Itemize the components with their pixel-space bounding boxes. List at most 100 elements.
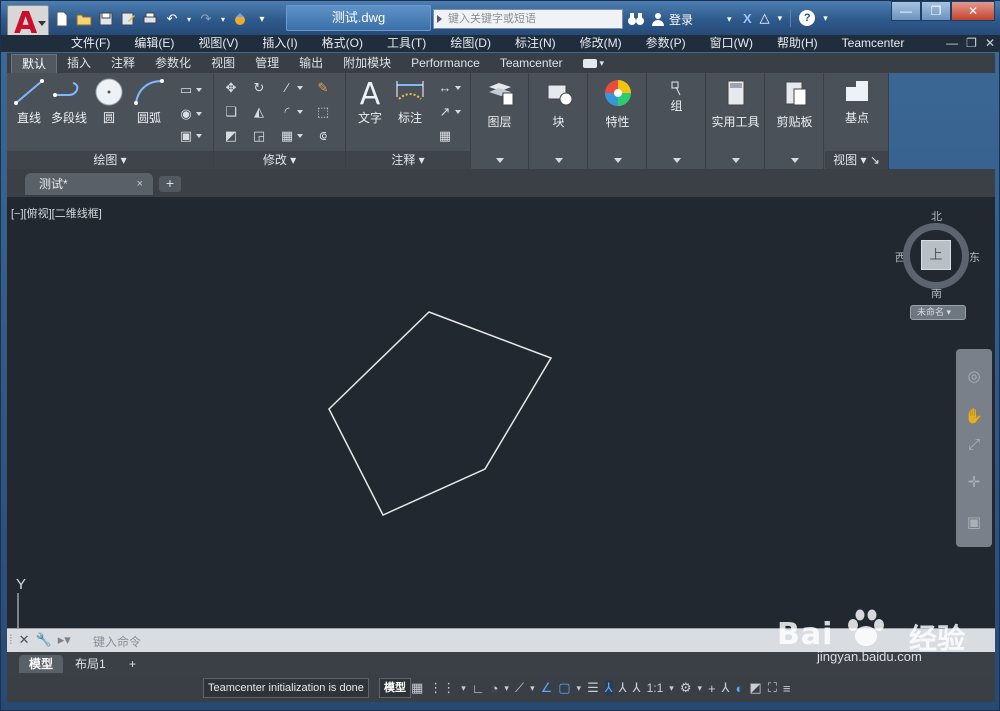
- annotation-panel-footer[interactable]: 注释 ▾: [346, 151, 470, 169]
- tab-default[interactable]: 默认: [11, 54, 58, 73]
- chevron-down-icon[interactable]: ▾: [219, 10, 227, 28]
- array-icon[interactable]: ▦: [278, 127, 303, 145]
- menu-format[interactable]: 格式(O): [310, 35, 375, 52]
- sign-in[interactable]: 登录 ▾: [651, 10, 732, 28]
- arc-button[interactable]: 圆弧: [129, 77, 169, 126]
- save-as-icon[interactable]: [119, 10, 137, 28]
- customize-qat-icon[interactable]: ▾: [253, 10, 271, 28]
- polyline-button[interactable]: 多段线: [49, 77, 89, 126]
- orbit-icon[interactable]: ✛: [964, 473, 984, 493]
- table-icon[interactable]: ▦: [436, 127, 454, 145]
- menu-view[interactable]: 视图(V): [186, 35, 250, 52]
- snap-icon[interactable]: ⋮⋮: [429, 680, 455, 696]
- polar-icon[interactable]: ◔: [491, 681, 499, 696]
- viewcube-top-face[interactable]: 上: [921, 240, 951, 270]
- isodraft-icon[interactable]: ⟋: [515, 680, 524, 696]
- menu-tools[interactable]: 工具(T): [375, 35, 438, 52]
- annotation-visibility-icon[interactable]: ⅄: [604, 680, 613, 696]
- exchange-x-icon[interactable]: X: [743, 11, 752, 26]
- undo-icon[interactable]: ↶: [163, 10, 181, 28]
- block-panel[interactable]: 块: [530, 73, 588, 169]
- tab-view[interactable]: 视图: [201, 54, 245, 73]
- leader-icon[interactable]: ↗: [436, 103, 461, 121]
- properties-panel[interactable]: 特性: [589, 73, 647, 169]
- menu-edit[interactable]: 编辑(E): [122, 35, 186, 52]
- trim-icon[interactable]: ⁄: [278, 79, 303, 97]
- menu-window[interactable]: 窗口(W): [698, 35, 765, 52]
- add-layout-button[interactable]: +: [119, 655, 146, 673]
- ribbon-options[interactable]: ▾: [573, 54, 615, 73]
- chevron-down-icon[interactable]: ▾: [823, 13, 828, 24]
- dimension-button[interactable]: 标注: [390, 77, 430, 126]
- modify-panel-footer[interactable]: 修改 ▾: [214, 151, 345, 169]
- grip-icon[interactable]: ⁞: [9, 632, 13, 648]
- annotation-scale-icon[interactable]: ⅄: [633, 680, 641, 696]
- chevron-down-icon[interactable]: ▾: [697, 683, 702, 694]
- save-icon[interactable]: [97, 10, 115, 28]
- steering-wheel-icon[interactable]: ◎: [964, 367, 984, 387]
- hatch-icon[interactable]: ◉: [177, 105, 202, 123]
- menu-help[interactable]: 帮助(H): [765, 35, 830, 52]
- tab-teamcenter[interactable]: Teamcenter: [490, 54, 573, 73]
- linear-dim-icon[interactable]: ↔: [436, 79, 461, 97]
- close-icon[interactable]: ✕: [951, 1, 995, 21]
- menu-parametric[interactable]: 参数(P): [634, 35, 698, 52]
- scale-icon[interactable]: ◲: [250, 127, 268, 145]
- chevron-down-icon[interactable]: ▾: [504, 683, 509, 694]
- close-icon[interactable]: ✕: [985, 35, 995, 52]
- offset-icon[interactable]: ⟃: [314, 127, 332, 145]
- stretch-icon[interactable]: ◩: [222, 127, 240, 145]
- minimize-icon[interactable]: —: [946, 35, 958, 52]
- line-button[interactable]: 直线: [9, 77, 49, 126]
- utilities-panel[interactable]: 实用工具: [707, 73, 765, 169]
- annotation-scale-value[interactable]: 1:1: [647, 681, 664, 695]
- chevron-down-icon[interactable]: ▾: [577, 683, 582, 694]
- pan-hand-icon[interactable]: ✋: [964, 407, 984, 427]
- tab-output[interactable]: 输出: [289, 54, 333, 73]
- viewcube[interactable]: 北 西 东 南 上: [895, 207, 980, 317]
- chevron-down-icon[interactable]: ▾: [461, 683, 466, 694]
- annotation-monitor-icon[interactable]: ⅄: [722, 680, 730, 696]
- region-icon[interactable]: ▣: [177, 127, 202, 145]
- hardware-acceleration-icon[interactable]: ◩: [749, 680, 761, 696]
- binoculars-icon[interactable]: [627, 10, 645, 28]
- chevron-down-icon[interactable]: ▾: [185, 10, 193, 28]
- move-icon[interactable]: ✥: [222, 79, 240, 97]
- tab-performance[interactable]: Performance: [401, 54, 490, 73]
- maximize-icon[interactable]: ❐: [921, 1, 951, 21]
- circle-button[interactable]: 圆: [89, 77, 129, 126]
- a360-icon[interactable]: △: [760, 10, 770, 26]
- clipboard-panel[interactable]: 剪贴板: [766, 73, 824, 169]
- chevron-down-icon[interactable]: ▾: [778, 13, 783, 24]
- command-input[interactable]: 键入命令: [93, 633, 141, 650]
- auto-scale-icon[interactable]: ⅄: [619, 680, 627, 696]
- lineweight-icon[interactable]: ☰: [587, 680, 599, 696]
- layers-panel[interactable]: 图层: [471, 73, 529, 169]
- ortho-icon[interactable]: ∟: [472, 681, 485, 696]
- tab-manage[interactable]: 管理: [245, 54, 289, 73]
- open-folder-icon[interactable]: [75, 10, 93, 28]
- explode-icon[interactable]: ⬚: [314, 103, 332, 121]
- customization-icon[interactable]: ≡: [783, 681, 791, 696]
- isolate-objects-icon[interactable]: ◐: [736, 681, 744, 696]
- pentagon-entity[interactable]: [328, 311, 553, 516]
- close-icon[interactable]: ×: [137, 173, 143, 195]
- menu-modify[interactable]: 修改(M): [568, 35, 634, 52]
- menu-insert[interactable]: 插入(I): [250, 35, 309, 52]
- search-input[interactable]: 键入关键字或短语: [433, 9, 623, 29]
- menu-file[interactable]: 文件(F): [59, 35, 122, 52]
- tab-annotate[interactable]: 注释: [101, 54, 145, 73]
- groups-panel[interactable]: 组: [648, 73, 706, 169]
- new-file-icon[interactable]: [53, 10, 71, 28]
- menu-teamcenter[interactable]: Teamcenter: [830, 35, 917, 52]
- tab-layout1[interactable]: 布局1: [65, 655, 116, 673]
- grid-icon[interactable]: ▦: [411, 680, 423, 696]
- rotate-icon[interactable]: ↻: [250, 79, 268, 97]
- draw-panel-footer[interactable]: 绘图 ▾: [7, 151, 213, 169]
- object-snap-tracking-icon[interactable]: ∠: [541, 680, 553, 696]
- model-space-button[interactable]: 模型: [379, 678, 411, 698]
- copy-icon[interactable]: ❏: [222, 103, 240, 121]
- workspace-icon[interactable]: [231, 10, 249, 28]
- basepoint-button[interactable]: 基点: [837, 77, 877, 126]
- help-icon[interactable]: ?: [799, 10, 816, 26]
